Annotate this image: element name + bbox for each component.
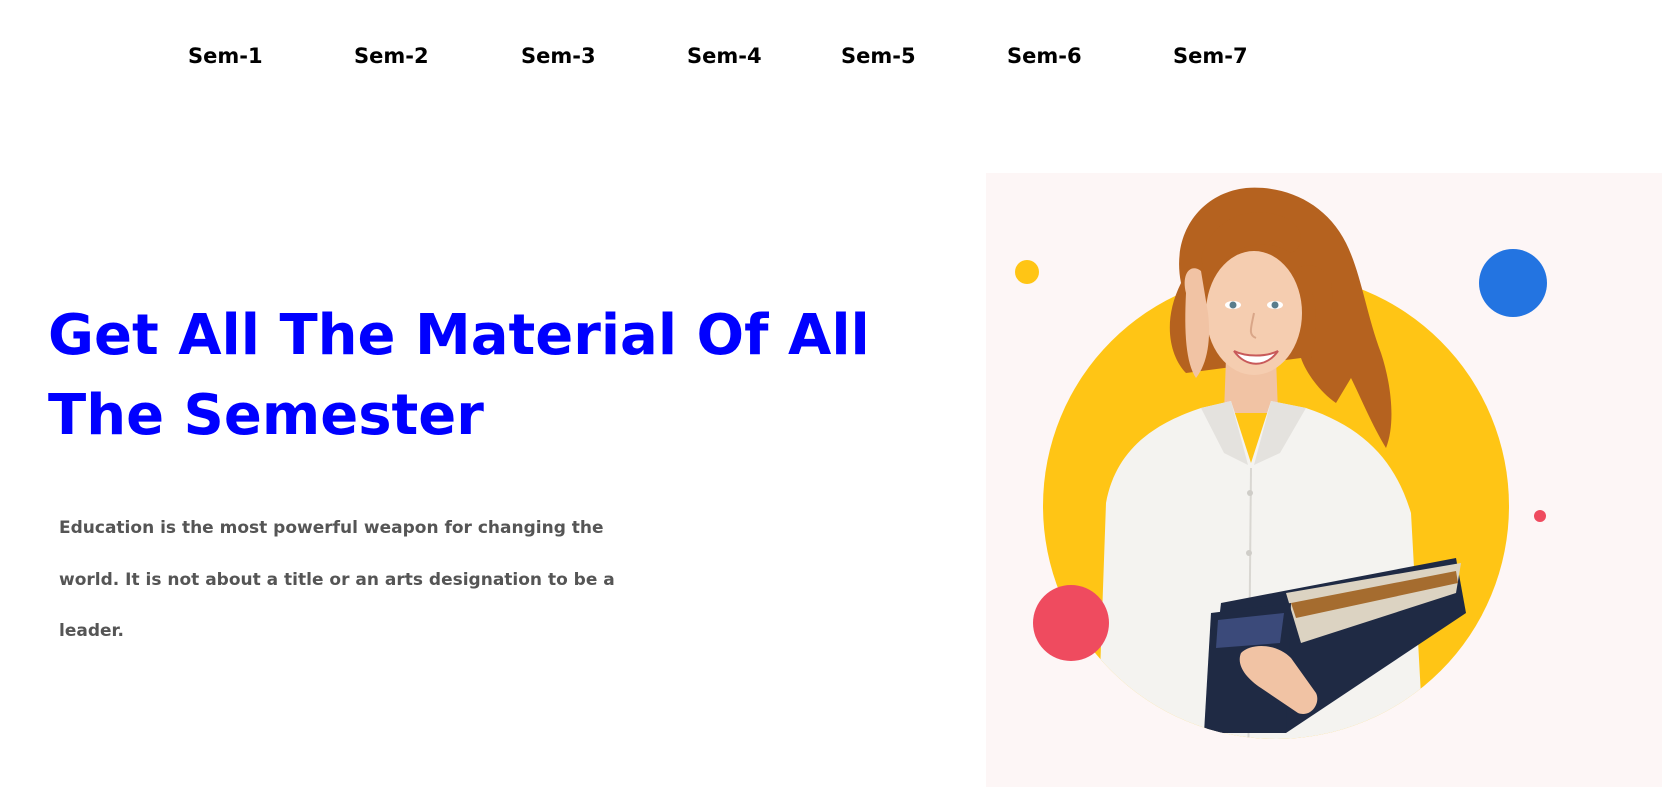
hero-image (986, 173, 1662, 787)
hero-description: Education is the most powerful weapon fo… (59, 518, 615, 641)
nav-item-sem-3[interactable]: Sem-3 (521, 43, 596, 69)
student-illustration (1015, 187, 1547, 739)
nav-item-sem-6[interactable]: Sem-6 (1007, 43, 1082, 69)
nav-item-sem-2[interactable]: Sem-2 (354, 43, 429, 69)
semester-nav: Sem-1 Sem-2 Sem-3 Sem-4 Sem-5 Sem-6 Sem-… (0, 0, 1662, 112)
small-red-dot-decoration (1534, 510, 1546, 522)
blue-dot-decoration (1479, 249, 1547, 317)
nav-item-sem-4[interactable]: Sem-4 (687, 43, 762, 69)
yellow-dot-decoration (1015, 260, 1039, 284)
nav-item-sem-7[interactable]: Sem-7 (1173, 43, 1248, 69)
nav-item-sem-1[interactable]: Sem-1 (188, 43, 263, 69)
hero-title: Get All The Material Of All The Semester (48, 303, 870, 448)
red-dot-decoration (1033, 585, 1109, 661)
nav-item-sem-5[interactable]: Sem-5 (841, 43, 916, 69)
